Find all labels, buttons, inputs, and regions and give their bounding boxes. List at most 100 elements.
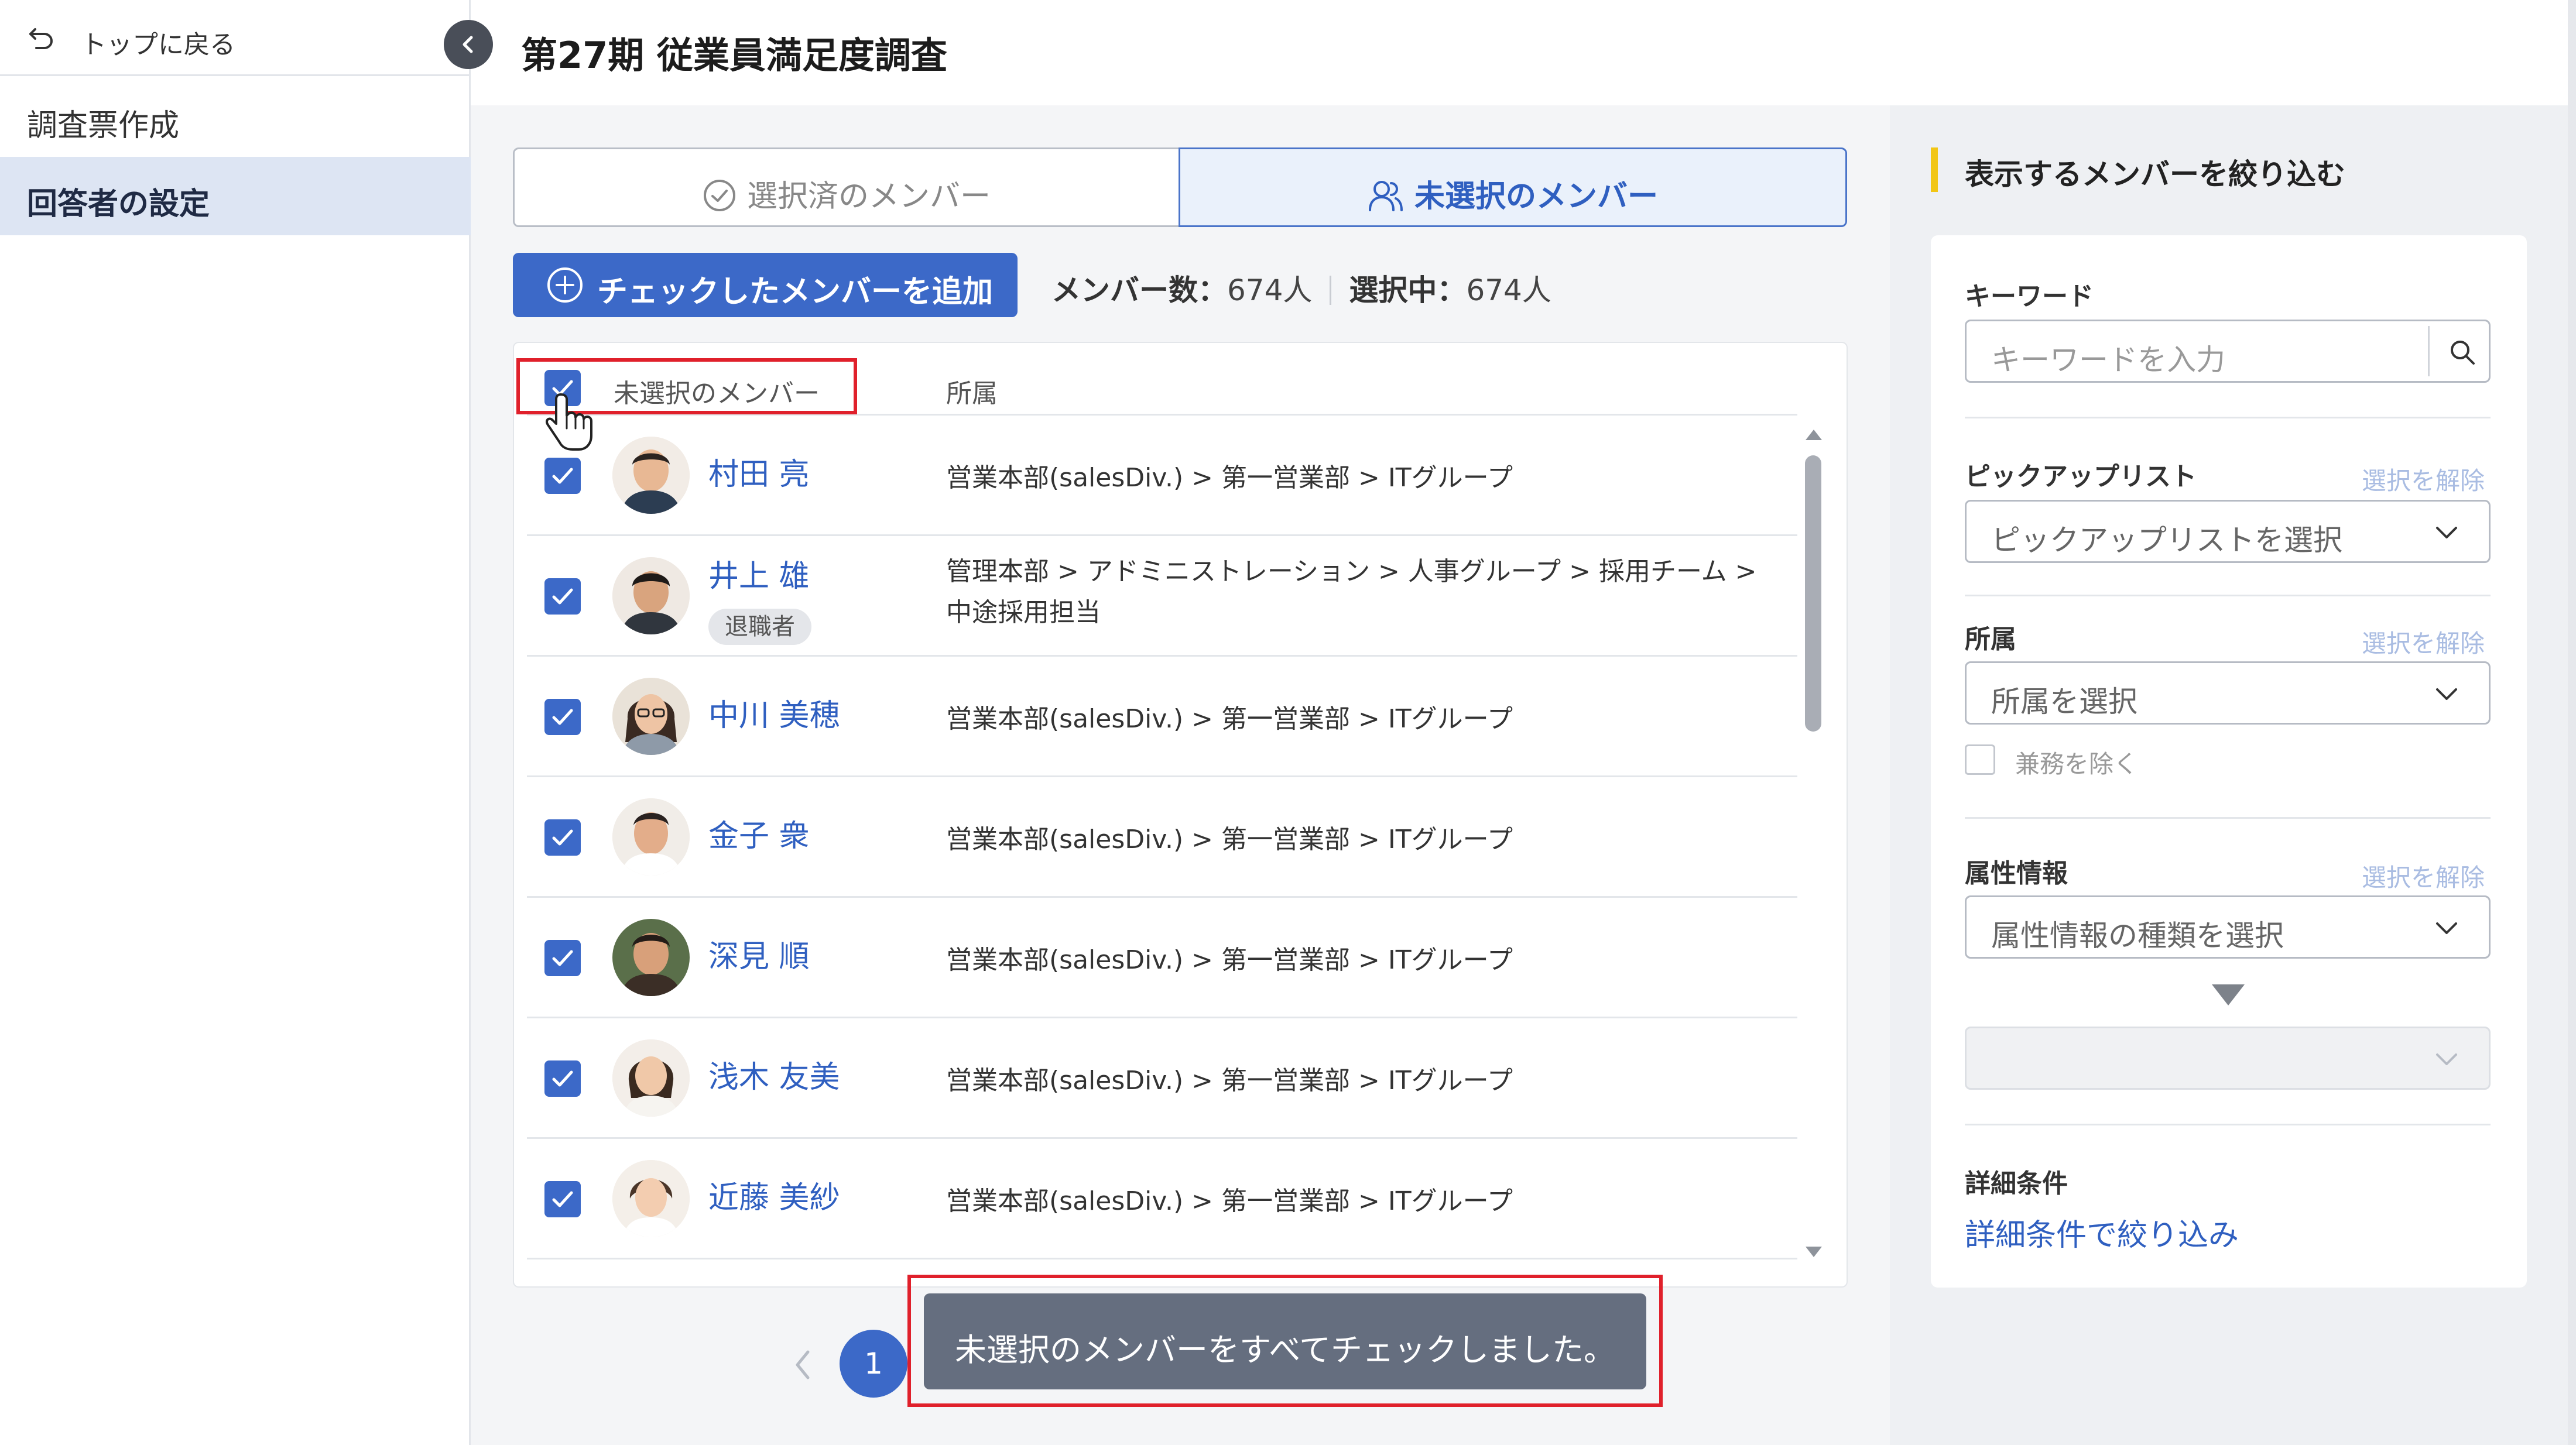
detail-conditions-label: 詳細条件 — [1965, 1169, 2068, 1199]
tab-selected-members[interactable]: 選択済のメンバー — [513, 147, 1180, 227]
page-1-button[interactable]: 1 — [840, 1330, 907, 1398]
separator — [1330, 276, 1332, 305]
row-checkbox[interactable] — [544, 458, 581, 494]
table-row[interactable]: 近藤 美紗 営業本部(salesDiv.) > 第一営業部 > ITグループ — [527, 1139, 1797, 1259]
select-value: 属性情報の種類を選択 — [1991, 919, 2284, 953]
check-circle-icon — [703, 180, 735, 211]
avatar — [612, 1160, 690, 1237]
table-row[interactable]: 井上 雄 退職者 管理本部 > アドミニストレーション > 人事グループ > 採… — [527, 536, 1797, 657]
row-checkbox[interactable] — [544, 578, 581, 615]
checkmark-icon — [552, 950, 573, 966]
keyword-label: キーワード — [1965, 282, 2094, 311]
users-icon — [1368, 181, 1403, 211]
filter-title: 表示するメンバーを絞り込む — [1965, 157, 2345, 191]
member-affiliation: 営業本部(salesDiv.) > 第一営業部 > ITグループ — [946, 704, 1513, 734]
member-name[interactable]: 深見 順 — [708, 932, 810, 976]
back-to-top-link[interactable]: トップに戻る — [0, 0, 471, 76]
row-checkbox[interactable] — [544, 1181, 581, 1217]
row-checkbox[interactable] — [544, 699, 581, 735]
keyword-placeholder: キーワードを入力 — [1991, 343, 2225, 377]
divider — [1965, 417, 2491, 418]
member-count-summary: メンバー数：674人 選択中：674人 — [1051, 267, 1551, 309]
attribute-value-select — [1965, 1027, 2491, 1090]
tab-label: 未選択のメンバー — [1414, 179, 1658, 214]
affiliation-label: 所属 — [1965, 624, 2016, 654]
sidebar-item-label: 調査票作成 — [27, 108, 180, 143]
highlight-box — [907, 1275, 1663, 1407]
scroll-up-icon[interactable] — [1804, 426, 1824, 442]
member-affiliation: 営業本部(salesDiv.) > 第一営業部 > ITグループ — [946, 1186, 1513, 1216]
add-button-label: チェックしたメンバーを追加 — [597, 274, 994, 310]
checkmark-icon — [552, 1070, 573, 1087]
attribute-type-select[interactable]: 属性情報の種類を選択 — [1965, 895, 2491, 959]
back-to-top-label: トップに戻る — [81, 30, 235, 60]
member-affiliation: 営業本部(salesDiv.) > 第一営業部 > ITグループ — [946, 825, 1513, 854]
attribute-label: 属性情報 — [1965, 859, 2068, 888]
member-affiliation: 営業本部(salesDiv.) > 第一営業部 > ITグループ — [946, 1066, 1513, 1096]
member-name[interactable]: 近藤 美紗 — [708, 1173, 840, 1217]
divider — [1965, 817, 2491, 819]
checkmark-icon — [552, 1191, 573, 1207]
sidebar-item-label: 回答者の設定 — [27, 187, 210, 222]
row-checkbox[interactable] — [544, 940, 581, 976]
member-affiliation: 営業本部(salesDiv.) > 第一営業部 > ITグループ — [946, 463, 1513, 493]
affiliation-clear-link[interactable]: 選択を解除 — [2362, 624, 2485, 660]
chevron-down-icon — [2436, 922, 2457, 934]
member-name[interactable]: 浅木 友美 — [708, 1052, 840, 1096]
member-count-value: 674人 — [1227, 273, 1313, 307]
retired-badge: 退職者 — [708, 609, 811, 645]
member-affiliation: 営業本部(salesDiv.) > 第一営業部 > ITグループ — [946, 945, 1513, 975]
search-icon[interactable] — [2448, 338, 2477, 367]
select-value: 所属を選択 — [1991, 685, 2137, 719]
previous-page-icon[interactable] — [792, 1348, 815, 1381]
chevron-left-icon — [463, 36, 473, 53]
window-edge — [2568, 0, 2576, 1445]
add-checked-members-button[interactable]: チェックしたメンバーを追加 — [513, 253, 1018, 317]
sidebar-item-create-survey[interactable]: 調査票作成 — [0, 78, 471, 157]
page-title: 第27期 従業員満足度調査 — [521, 34, 947, 77]
table-row[interactable]: 浅木 友美 営業本部(salesDiv.) > 第一営業部 > ITグループ — [527, 1018, 1797, 1139]
attribute-clear-link[interactable]: 選択を解除 — [2362, 858, 2485, 894]
table-row[interactable]: 金子 衆 営業本部(salesDiv.) > 第一営業部 > ITグループ — [527, 777, 1797, 898]
table-row[interactable]: 深見 順 営業本部(salesDiv.) > 第一営業部 > ITグループ — [527, 898, 1797, 1018]
table-row[interactable]: 村田 亮 営業本部(salesDiv.) > 第一営業部 > ITグループ — [527, 416, 1797, 536]
keyword-search-input[interactable]: キーワードを入力 — [1965, 320, 2491, 383]
member-count-label: メンバー数： — [1051, 273, 1227, 307]
chevron-down-icon — [2436, 688, 2457, 700]
chevron-down-icon — [2436, 1053, 2457, 1065]
row-checkbox[interactable] — [544, 819, 581, 856]
affiliation-select[interactable]: 所属を選択 — [1965, 661, 2491, 725]
hand-pointer-icon — [546, 393, 592, 451]
avatar — [612, 1039, 690, 1117]
title-accent-bar — [1931, 147, 1938, 192]
undo-arrow-icon — [29, 28, 53, 49]
sidebar-item-respondent-settings[interactable]: 回答者の設定 — [0, 157, 471, 235]
row-checkbox[interactable] — [544, 1060, 581, 1097]
column-header-affiliation: 所属 — [946, 379, 998, 409]
pickup-list-label: ピックアップリスト — [1965, 462, 2197, 492]
avatar — [612, 798, 690, 876]
member-name[interactable]: 中川 美穂 — [708, 691, 840, 734]
member-name[interactable]: 金子 衆 — [708, 811, 810, 855]
collapse-sidebar-button[interactable] — [444, 20, 493, 69]
detail-conditions-link[interactable]: 詳細条件で絞り込み — [1965, 1210, 2239, 1254]
selected-count-label: 選択中： — [1349, 273, 1467, 307]
checkmark-icon — [552, 588, 573, 605]
member-name[interactable]: 村田 亮 — [708, 449, 810, 493]
tab-unselected-members[interactable]: 未選択のメンバー — [1179, 147, 1847, 227]
exclude-concurrent-label: 兼務を除く — [2015, 750, 2139, 778]
avatar — [612, 919, 690, 996]
plus-circle-icon — [547, 267, 583, 303]
scroll-down-icon[interactable] — [1804, 1244, 1824, 1261]
triangle-down-icon — [2212, 984, 2245, 1005]
scrollbar-thumb[interactable] — [1805, 455, 1821, 732]
pickup-list-select[interactable]: ピックアップリストを選択 — [1965, 500, 2491, 563]
table-row[interactable]: 中川 美穂 営業本部(salesDiv.) > 第一営業部 > ITグループ — [527, 657, 1797, 777]
avatar — [612, 557, 690, 634]
exclude-concurrent-checkbox[interactable] — [1965, 744, 1995, 775]
checkmark-icon — [552, 468, 573, 484]
member-name[interactable]: 井上 雄 — [708, 551, 810, 595]
chevron-down-icon — [2436, 527, 2457, 538]
pickup-clear-link[interactable]: 選択を解除 — [2362, 461, 2485, 497]
avatar — [612, 437, 690, 514]
